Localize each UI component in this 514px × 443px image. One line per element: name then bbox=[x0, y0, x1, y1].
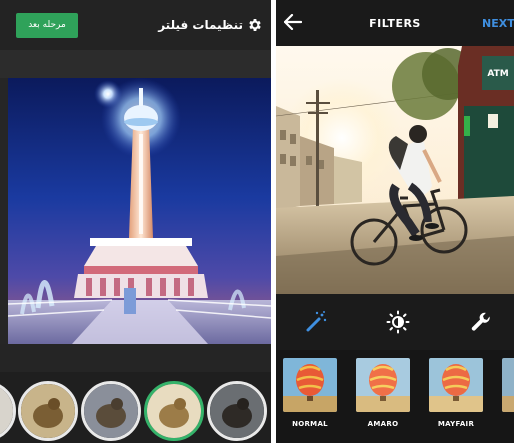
editing-tools-bar bbox=[276, 294, 514, 350]
balloon-thumbnail bbox=[429, 358, 483, 412]
filter-thumbnail[interactable] bbox=[207, 381, 267, 441]
cyclist-photo: ATM bbox=[276, 46, 514, 294]
right-header: FILTERS NEXT bbox=[276, 0, 514, 46]
brightness-icon[interactable] bbox=[386, 310, 410, 334]
filters-title: FILTERS bbox=[369, 17, 421, 30]
filter-label: MAYFAIR bbox=[437, 420, 475, 428]
magic-wand-icon[interactable] bbox=[304, 310, 328, 334]
balloon-thumbnail bbox=[283, 358, 337, 412]
left-app-panel: مرحله بعد تنظیمات فیلتر bbox=[0, 0, 271, 443]
atm-sign: ATM bbox=[487, 69, 508, 79]
filter-thumbnail-selected[interactable] bbox=[144, 381, 204, 441]
left-header: مرحله بعد تنظیمات فیلتر bbox=[0, 0, 271, 50]
filter-label: NORMAL bbox=[292, 420, 328, 428]
filter-thumbnail[interactable] bbox=[81, 381, 141, 441]
filter-settings-label: تنظیمات فیلتر bbox=[158, 18, 243, 32]
filter-label: AMARO bbox=[367, 420, 399, 428]
filter-settings-title: تنظیمات فیلتر bbox=[158, 12, 263, 38]
filter-normal[interactable]: NORMAL bbox=[283, 358, 337, 436]
filter-mayfair[interactable]: MAYFAIR bbox=[429, 358, 483, 436]
filter-partial[interactable] bbox=[502, 358, 514, 436]
left-subheader bbox=[0, 50, 271, 78]
gear-icon[interactable] bbox=[247, 17, 263, 33]
filter-thumbnail[interactable] bbox=[18, 381, 78, 441]
filters-row: NORMAL AMARO MAYFAIR bbox=[276, 350, 514, 443]
next-step-button[interactable]: مرحله بعد bbox=[16, 13, 78, 38]
next-link[interactable]: NEXT bbox=[482, 17, 514, 30]
balloon-thumbnail bbox=[356, 358, 410, 412]
filter-thumbnail[interactable] bbox=[0, 381, 16, 441]
right-app-panel: FILTERS NEXT ATM NORMAL AMARO MAYFAIR bbox=[276, 0, 514, 443]
balloon-thumbnail bbox=[502, 358, 514, 412]
filter-thumbnail-strip bbox=[0, 372, 271, 443]
filter-amaro[interactable]: AMARO bbox=[356, 358, 410, 436]
wrench-icon[interactable] bbox=[469, 310, 493, 334]
tower-photo bbox=[8, 78, 271, 344]
left-divider-bar bbox=[0, 344, 271, 372]
